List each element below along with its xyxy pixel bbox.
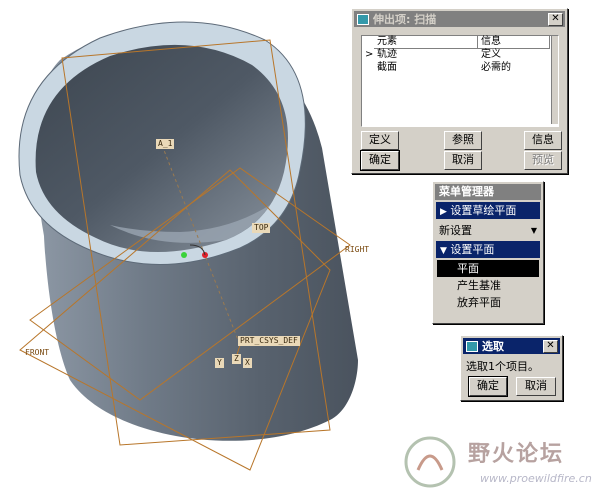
close-icon[interactable]: ✕	[543, 339, 558, 353]
list-item-trajectory[interactable]: 轨迹	[377, 49, 397, 61]
chevron-down-icon: ▼	[530, 226, 537, 235]
current-row-marker: >	[365, 49, 374, 60]
axis-label[interactable]: A_1	[156, 139, 175, 149]
watermark-url: www.proewildfire.cn	[480, 472, 592, 485]
select-cancel-button[interactable]: 取消	[516, 377, 556, 396]
list-item-section[interactable]: 截面	[377, 62, 397, 74]
info-column-header[interactable]: 信息	[478, 36, 550, 49]
select-ok-button[interactable]: 确定	[468, 376, 508, 397]
menu-manager-title: 菜单管理器	[435, 184, 541, 200]
menu-manager-panel: 菜单管理器 ▶ 设置草绘平面 新设置 ▼ ▼ 设置平面 平面 产生基准 放弃平面	[432, 181, 544, 324]
ok-button[interactable]: 确定	[360, 150, 400, 171]
front-plane-label[interactable]: FRONT	[25, 348, 49, 357]
select-dialog: 选取 ✕ 选取1个项目。 确定 取消	[460, 335, 563, 401]
menu-setup-plane-label: 设置平面	[450, 243, 495, 256]
menu-item-quit-plane[interactable]: 放弃平面	[433, 294, 543, 311]
new-setup-dropdown[interactable]: 新设置 ▼	[433, 222, 543, 239]
triangle-down-icon: ▼	[440, 246, 447, 256]
close-icon[interactable]: ✕	[548, 12, 563, 26]
list-scrollbar[interactable]	[551, 36, 558, 124]
watermark-name: 野火论坛	[468, 442, 565, 467]
app-icon	[357, 13, 369, 25]
sweep-feature-dialog: 伸出项: 扫描 ✕ 元素 信息 > 轨迹 定义 截面 必需的 定义 参照 信息 …	[351, 8, 568, 174]
top-plane-label[interactable]: TOP	[252, 223, 271, 233]
element-list[interactable]: 元素 信息 > 轨迹 定义 截面 必需的	[361, 35, 559, 127]
select-dialog-titlebar[interactable]: 选取 ✕	[463, 338, 560, 354]
select-message: 选取1个项目。	[466, 360, 539, 373]
csys-label[interactable]: PRT_CSYS_DEF	[238, 336, 300, 346]
list-item-section-info: 必需的	[481, 62, 511, 73]
element-column-header[interactable]: 元素	[374, 36, 478, 49]
app-icon	[466, 340, 478, 352]
preview-button[interactable]: 预览	[524, 151, 562, 170]
define-button[interactable]: 定义	[361, 131, 399, 150]
triangle-right-icon: ▶	[440, 207, 447, 217]
menu-setup-plane[interactable]: ▼ 设置平面	[436, 241, 540, 258]
csys-x-label: X	[243, 358, 252, 368]
cancel-button[interactable]: 取消	[444, 151, 482, 170]
menu-setup-sketch-plane-label: 设置草绘平面	[450, 204, 517, 217]
menu-item-plane[interactable]: 平面	[437, 260, 539, 277]
sweep-dialog-title: 伸出项: 扫描	[373, 13, 437, 26]
new-setup-label: 新设置	[439, 224, 472, 237]
info-button[interactable]: 信息	[524, 131, 562, 150]
csys-y-label: Y	[215, 358, 224, 368]
menu-item-create-datum[interactable]: 产生基准	[433, 277, 543, 294]
watermark: 野火论坛 www.proewildfire.cn	[398, 432, 604, 492]
csys-z-label: Z	[232, 354, 241, 364]
menu-setup-sketch-plane[interactable]: ▶ 设置草绘平面	[436, 202, 540, 219]
sweep-dialog-titlebar[interactable]: 伸出项: 扫描 ✕	[354, 11, 565, 27]
right-plane-label[interactable]: RIGHT	[345, 245, 369, 254]
watermark-logo-icon	[404, 436, 456, 488]
select-dialog-title: 选取	[482, 340, 504, 353]
reference-button[interactable]: 参照	[444, 131, 482, 150]
green-pick-point	[181, 252, 187, 258]
list-item-trajectory-info: 定义	[481, 49, 501, 60]
